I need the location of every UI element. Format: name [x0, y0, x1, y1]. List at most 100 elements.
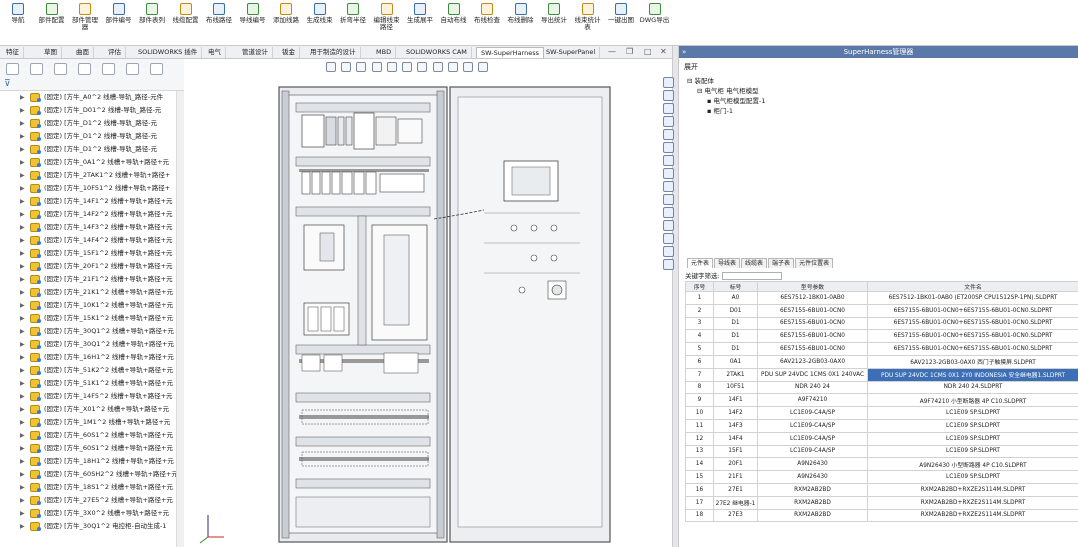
- library-icon[interactable]: [663, 233, 674, 244]
- tab-11[interactable]: SW-SuperHarness: [476, 47, 544, 58]
- column-header[interactable]: 型号参数: [757, 281, 868, 292]
- ribbon-button-5[interactable]: 线缆配置: [170, 3, 202, 24]
- expand-arrow-icon[interactable]: ▶: [20, 299, 25, 312]
- table-row[interactable]: 17 27E2 继电器-1 RXM2AB2BD RXM2AB2BD+RXZE2S114…: [685, 495, 1078, 510]
- tree-row[interactable]: ▶ (固定) [方牛_60S1^2 线槽+导轨+路径+元: [0, 429, 183, 442]
- expand-arrow-icon[interactable]: ▶: [20, 312, 25, 325]
- column-header[interactable]: 文件名: [867, 281, 1078, 292]
- tree-row[interactable]: ▶ (固定) [方牛_X01^2 线槽+导轨+路径+元: [0, 403, 183, 416]
- expand-arrow-icon[interactable]: ▶: [20, 273, 25, 286]
- tab-5[interactable]: 电气: [204, 47, 226, 58]
- configuration-manager-icon[interactable]: [54, 63, 67, 75]
- tree-row[interactable]: ▶ (固定) [方牛_60SH2^2 线槽+导轨+路径+元: [0, 468, 183, 481]
- ribbon-button-11[interactable]: 编辑线束路径: [371, 3, 403, 31]
- assembly-tree-node[interactable]: ⊟ 电气柜 电气柜模型: [687, 86, 765, 96]
- expand-arrow-icon[interactable]: ▶: [20, 208, 25, 221]
- tree-row[interactable]: ▶ (固定) [方牛_18S1^2 线槽+导轨+路径+元: [0, 481, 183, 494]
- feature-tree-scrollbar[interactable]: [176, 91, 184, 547]
- help-icon[interactable]: [663, 259, 674, 270]
- tree-row[interactable]: ▶ (固定) [方牛_A0^2 线槽-导轨_路径-元件: [0, 91, 183, 104]
- edit-icon[interactable]: [663, 220, 674, 231]
- tree-row[interactable]: ▶ (固定) [方牛_1M1^2 线槽+导轨+路径+元: [0, 416, 183, 429]
- tree-row[interactable]: ▶ (固定) [方牛_21K1^2 线槽+导轨+路径+元: [0, 286, 183, 299]
- filter-icon[interactable]: ⊽: [4, 79, 11, 89]
- previous-view-icon[interactable]: [356, 62, 367, 72]
- table-row[interactable]: 7 2TAK1 PDU SUP 24VDC 1CMS 0X1 240VAC PDU S…: [685, 367, 1078, 382]
- table-tab-3[interactable]: 端子表: [768, 258, 795, 268]
- tree-row[interactable]: ▶ (固定) [方牛_21F1^2 线槽+导轨+路径+元: [0, 273, 183, 286]
- ribbon-button-8[interactable]: 添加线路: [270, 3, 302, 24]
- ribbon-button-18[interactable]: 一键出图: [605, 3, 637, 24]
- expand-arrow-icon[interactable]: ▶: [20, 442, 25, 455]
- tab-6[interactable]: 管道设计: [238, 47, 273, 58]
- display-style-icon[interactable]: [417, 62, 428, 72]
- tree-row[interactable]: ▶ (固定) [方牛_14F1^2 线槽+导轨+路径+元: [0, 195, 183, 208]
- tree-row[interactable]: ▶ (固定) [方牛_30Q1^2 线槽+导轨+路径+元: [0, 325, 183, 338]
- apply-scene-icon[interactable]: [463, 62, 474, 72]
- node-expand-icon[interactable]: ⊟: [687, 77, 695, 85]
- close-icon[interactable]: ✕: [660, 46, 667, 58]
- tab-7[interactable]: 钣金: [278, 47, 300, 58]
- expand-arrow-icon[interactable]: ▶: [20, 260, 25, 273]
- ribbon-button-16[interactable]: 导出统计: [538, 3, 570, 24]
- view-palette-icon[interactable]: [663, 116, 674, 127]
- table-row[interactable]: 1 A0 6ES7512-1BK01-0AB0 6ES7512-1BK01-0AB0 …: [685, 291, 1078, 305]
- expand-arrow-icon[interactable]: ▶: [20, 247, 25, 260]
- tab-1[interactable]: 草图: [40, 47, 62, 58]
- view-orientation-icon[interactable]: [402, 62, 413, 72]
- table-row[interactable]: 16 27E1 RXM2AB2BD RXM2AB2BD+RXZE2S114M.SLDP…: [685, 482, 1078, 497]
- table-tab-2[interactable]: 线缆表: [741, 258, 768, 268]
- ribbon-button-10[interactable]: 折弯半径: [337, 3, 369, 24]
- tree-row[interactable]: ▶ (固定) [方牛_0A1^2 线槽+导轨+路径+元: [0, 156, 183, 169]
- table-row[interactable]: 6 0A1 6AV2123-2GB03-0AX0 6AV2123-2GB03-0AX0…: [685, 354, 1078, 369]
- table-row[interactable]: 9 14F1 A9F74210 A9F74210 小型断路器 4P C10.SLDPR…: [685, 393, 1078, 408]
- column-header[interactable]: 标号: [713, 281, 758, 292]
- tab-12[interactable]: SW-SuperPanel: [542, 47, 601, 58]
- collapse-panel-icon[interactable]: »: [682, 46, 686, 58]
- expand-arrow-icon[interactable]: ▶: [20, 286, 25, 299]
- table-row[interactable]: 14 20F1 A9N26430 A9N26430 小型断路器 4P C10.SLDP…: [685, 457, 1078, 472]
- ribbon-button-0[interactable]: 导航: [2, 3, 34, 24]
- dimxpert-icon[interactable]: [78, 63, 91, 75]
- expand-arrow-icon[interactable]: ▶: [20, 91, 25, 104]
- toolbox-icon[interactable]: [663, 194, 674, 205]
- table-row[interactable]: 10 14F2 LC1E09-C4A/SP LC1E09 SP.SLDPRT: [685, 406, 1078, 420]
- table-row[interactable]: 13 15F1 LC1E09-C4A/SP LC1E09 SP.SLDPRT: [685, 444, 1078, 459]
- column-header[interactable]: 序号: [685, 281, 714, 292]
- tab-0[interactable]: 特征: [2, 47, 24, 58]
- tree-row[interactable]: ▶ (固定) [方牛_2TAK1^2 线槽+导轨+路径+: [0, 169, 183, 182]
- ribbon-button-4[interactable]: 部件表列: [136, 3, 168, 24]
- expand-arrow-icon[interactable]: ▶: [20, 104, 25, 117]
- tree-row[interactable]: ▶ (固定) [方牛_18H1^2 线槽+导轨+路径+元: [0, 455, 183, 468]
- tree-row[interactable]: ▶ (固定) [方牛_D1^2 线槽-导轨_路径-元: [0, 130, 183, 143]
- expand-arrow-icon[interactable]: ▶: [20, 143, 25, 156]
- ribbon-button-7[interactable]: 导线编号: [237, 3, 269, 24]
- table-row[interactable]: 5 D1 6ES7155-6BU01-0CN0 6ES7155-6BU01-0CN0+…: [685, 342, 1078, 356]
- expand-arrow-icon[interactable]: ▶: [20, 117, 25, 130]
- maximize-icon[interactable]: □: [644, 46, 652, 58]
- expand-arrow-icon[interactable]: ▶: [20, 507, 25, 520]
- expand-arrow-icon[interactable]: ▶: [20, 338, 25, 351]
- view-settings-icon[interactable]: [478, 62, 489, 72]
- assembly-tree-node[interactable]: ▪ 电气柜模型配置-1: [687, 96, 765, 106]
- tree-row[interactable]: ▶ (固定) [方牛_D1^2 线槽-导轨_路径-元: [0, 143, 183, 156]
- node-expand-icon[interactable]: ⊟: [697, 87, 705, 95]
- cam-manager-icon[interactable]: [126, 63, 139, 75]
- expand-arrow-icon[interactable]: ▶: [20, 182, 25, 195]
- ribbon-button-2[interactable]: 部件管理器: [69, 3, 101, 31]
- expand-arrow-icon[interactable]: ▶: [20, 377, 25, 390]
- ribbon-button-3[interactable]: 部件编号: [103, 3, 135, 24]
- expand-arrow-icon[interactable]: ▶: [20, 130, 25, 143]
- table-row[interactable]: 18 27E3 RXM2AB2BD RXM2AB2BD+RXZE2S114M.SLDP…: [685, 508, 1078, 523]
- table-row[interactable]: 2 D01 6ES7155-6BU01-0CN0 6ES7155-6BU01-0CN0…: [685, 303, 1078, 318]
- expand-arrow-icon[interactable]: ▶: [20, 416, 25, 429]
- tree-row[interactable]: ▶ (固定) [方牛_30Q1^2 电控柜-自动生成-1: [0, 520, 183, 533]
- ribbon-button-13[interactable]: 自动布线: [438, 3, 470, 24]
- tree-row[interactable]: ▶ (固定) [方牛_16H1^2 线槽+导轨+路径+元: [0, 351, 183, 364]
- ribbon-button-1[interactable]: 部件配置: [36, 3, 68, 24]
- table-row[interactable]: 12 14F4 LC1E09-C4A/SP LC1E09 SP.SLDPRT: [685, 431, 1078, 446]
- tree-row[interactable]: ▶ (固定) [方牛_51K1^2 线槽+导轨+路径+元: [0, 377, 183, 390]
- expand-arrow-icon[interactable]: ▶: [20, 195, 25, 208]
- table-row[interactable]: 8 10F51 NDR 240 24 NDR 240 24.SLDPRT: [685, 380, 1078, 395]
- appearances-icon[interactable]: [663, 129, 674, 140]
